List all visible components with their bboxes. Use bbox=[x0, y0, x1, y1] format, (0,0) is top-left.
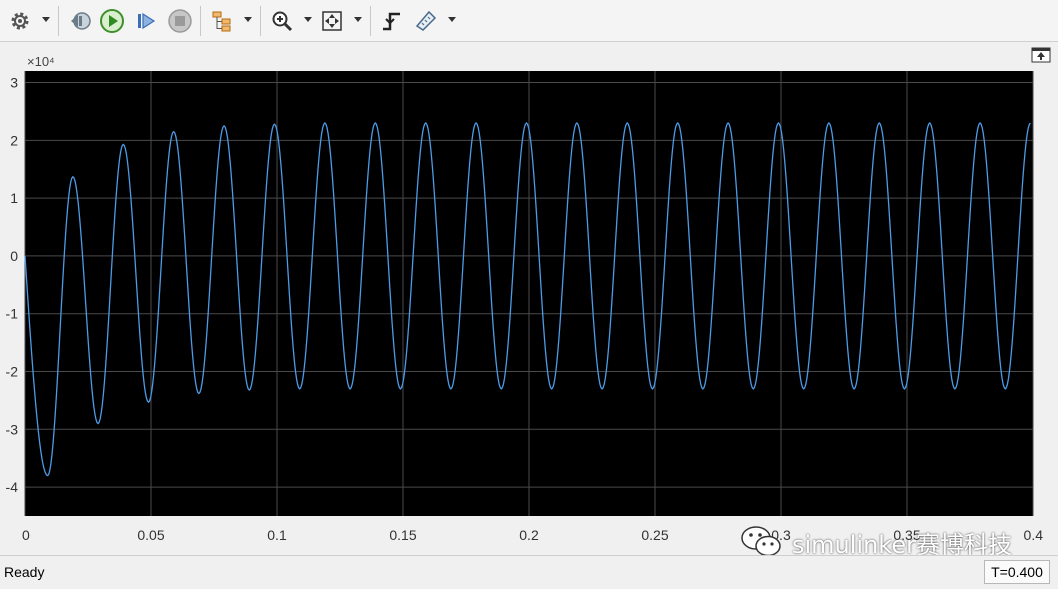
y-exponent-label: ×10⁴ bbox=[27, 54, 55, 69]
status-bar: Ready T=0.400 bbox=[0, 555, 1058, 589]
fit-dropdown-caret[interactable] bbox=[354, 16, 362, 24]
triggers-icon[interactable] bbox=[378, 7, 406, 35]
y-tick-label: -4 bbox=[6, 479, 19, 495]
measurements-dropdown-caret[interactable] bbox=[448, 16, 456, 24]
stop-icon[interactable] bbox=[166, 7, 194, 35]
toolbar-separator bbox=[370, 6, 371, 36]
zoom-dropdown-caret[interactable] bbox=[304, 16, 312, 24]
settings-dropdown-caret[interactable] bbox=[42, 16, 50, 24]
x-tick-label: 0.15 bbox=[389, 527, 416, 543]
x-tick-label: 0.05 bbox=[137, 527, 164, 543]
hierarchy-dropdown-caret[interactable] bbox=[244, 16, 252, 24]
fit-to-view-icon[interactable] bbox=[318, 7, 346, 35]
toolbar-separator bbox=[260, 6, 261, 36]
scope-plot[interactable]: -4-3-2-10123 0 0.05 0.1 0.15 0.2 0.25 0.3 0.35 0… bbox=[0, 43, 1058, 553]
y-tick-label: 3 bbox=[10, 75, 18, 91]
y-tick-label: -3 bbox=[6, 421, 19, 437]
step-back-icon[interactable] bbox=[66, 7, 94, 35]
y-tick-label: 2 bbox=[10, 132, 18, 148]
run-icon[interactable] bbox=[98, 7, 126, 35]
undock-icon[interactable] bbox=[1031, 47, 1051, 63]
y-tick-label: 1 bbox=[10, 190, 18, 206]
y-tick-label: -1 bbox=[6, 306, 19, 322]
y-tick-label: -2 bbox=[6, 364, 19, 380]
x-tick-label: 0.2 bbox=[519, 527, 539, 543]
cursor-measurements-icon[interactable] bbox=[412, 7, 440, 35]
status-text: Ready bbox=[4, 564, 45, 580]
x-tick-label: 0.1 bbox=[267, 527, 287, 543]
zoom-in-icon[interactable] bbox=[268, 7, 296, 35]
y-tick-label: 0 bbox=[10, 248, 18, 264]
x-tick-label: 0.4 bbox=[1024, 527, 1044, 543]
step-forward-icon[interactable] bbox=[132, 7, 160, 35]
simulation-time: T=0.400 bbox=[984, 560, 1050, 584]
scope-display: -4 -3 -2 -1 0 1 2 3 0 0.05 0.1 0.15 0.2 0.25 0.3 0.35 0… bbox=[0, 43, 1058, 553]
y-axis-ticks: -4 -3 -2 -1 0 1 2 3 bbox=[6, 75, 19, 496]
toolbar bbox=[0, 0, 1058, 42]
toolbar-separator bbox=[200, 6, 201, 36]
x-tick-label: 0.25 bbox=[641, 527, 668, 543]
gear-icon[interactable] bbox=[6, 7, 34, 35]
toolbar-separator bbox=[58, 6, 59, 36]
signal-hierarchy-icon[interactable] bbox=[208, 7, 236, 35]
x-tick-label: 0 bbox=[22, 527, 30, 543]
